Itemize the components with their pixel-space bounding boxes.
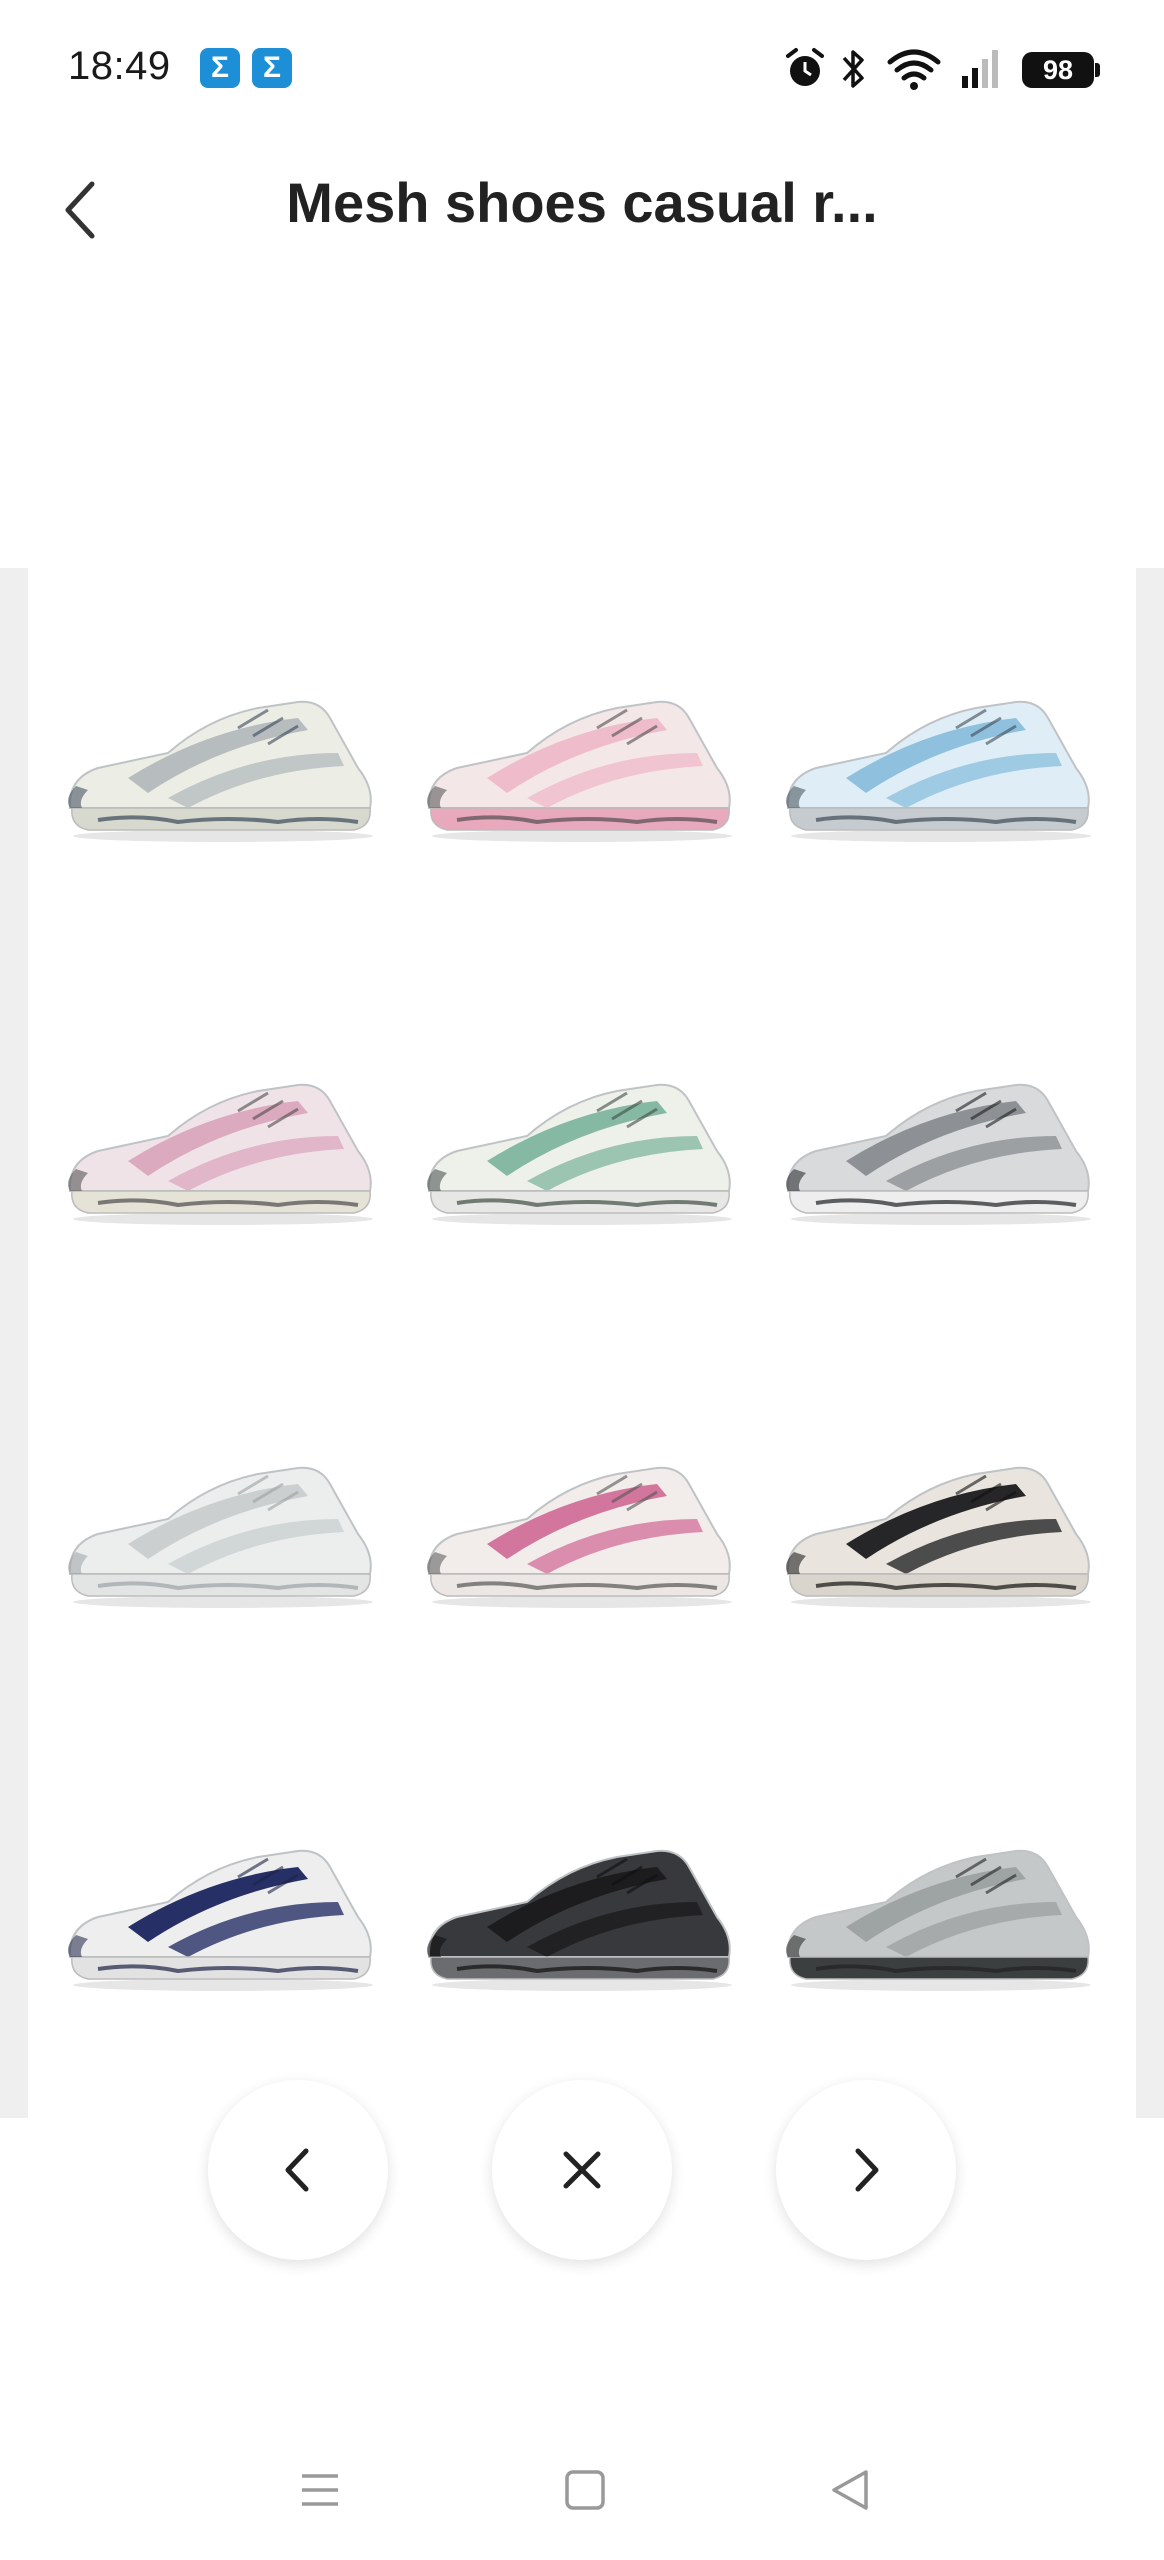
bluetooth-icon: [842, 50, 864, 88]
sneaker-image: [786, 1466, 1091, 1608]
app-header: Mesh shoes casual r...: [0, 140, 1164, 270]
shoe-thumbnail: [776, 1807, 1106, 2007]
viewer-controls: [0, 2080, 1164, 2270]
chevron-right-icon: [855, 2148, 879, 2192]
page-title: Mesh shoes casual r...: [286, 171, 878, 234]
nav-home-button[interactable]: [555, 2460, 615, 2520]
product-image[interactable]: [28, 568, 1136, 2118]
app-badge-icon: Σ: [252, 48, 292, 88]
signal-icon: [962, 50, 998, 88]
app-badge-icon: Σ: [200, 48, 240, 88]
shoe-thumbnail: [58, 1041, 388, 1241]
shoe-thumbnail: [417, 658, 747, 858]
shoe-thumbnail: [776, 1041, 1106, 1241]
shoe-thumbnail: [776, 1424, 1106, 1624]
chevron-left-icon: [285, 2148, 309, 2192]
sneaker-image: [68, 700, 373, 842]
sneaker-image: [427, 1466, 732, 1608]
back-triangle-icon: [832, 2470, 868, 2510]
sneaker-image: [68, 1849, 373, 1991]
alarm-icon: [786, 48, 824, 86]
system-nav-bar: [0, 2440, 1164, 2540]
shoe-grid: [58, 658, 1106, 2190]
battery-indicator: 98: [1022, 52, 1100, 88]
wifi-icon: [887, 49, 941, 90]
image-viewer[interactable]: [0, 568, 1164, 2118]
previous-image-button[interactable]: [208, 2080, 388, 2260]
shoe-thumbnail: [58, 1807, 388, 2007]
nav-menu-button[interactable]: [290, 2460, 350, 2520]
nav-back-button[interactable]: [820, 2460, 880, 2520]
menu-icon: [302, 2474, 338, 2506]
next-image-button[interactable]: [776, 2080, 956, 2260]
shoe-row: [58, 1424, 1106, 1807]
sneaker-image: [786, 700, 1091, 842]
shoe-thumbnail: [58, 658, 388, 858]
shoe-thumbnail: [417, 1807, 747, 2007]
shoe-row: [58, 1041, 1106, 1424]
shoe-thumbnail: [776, 658, 1106, 858]
sneaker-image: [427, 1083, 732, 1225]
status-bar: 18:49 Σ Σ 98: [0, 0, 1164, 140]
chevron-left-icon: [65, 181, 95, 239]
close-viewer-button[interactable]: [492, 2080, 672, 2260]
shoe-thumbnail: [417, 1424, 747, 1624]
status-time: 18:49: [68, 44, 171, 88]
shoe-row: [58, 658, 1106, 1041]
sneaker-image: [786, 1083, 1091, 1225]
sneaker-image: [68, 1083, 373, 1225]
shoe-thumbnail: [58, 1424, 388, 1624]
shoe-thumbnail: [417, 1041, 747, 1241]
sneaker-image: [427, 700, 732, 842]
close-icon: [563, 2151, 601, 2189]
back-button[interactable]: [40, 170, 120, 250]
sneaker-image: [68, 1466, 373, 1608]
home-square-icon: [565, 2470, 605, 2510]
sneaker-image: [786, 1849, 1091, 1991]
sneaker-image: [427, 1849, 732, 1991]
